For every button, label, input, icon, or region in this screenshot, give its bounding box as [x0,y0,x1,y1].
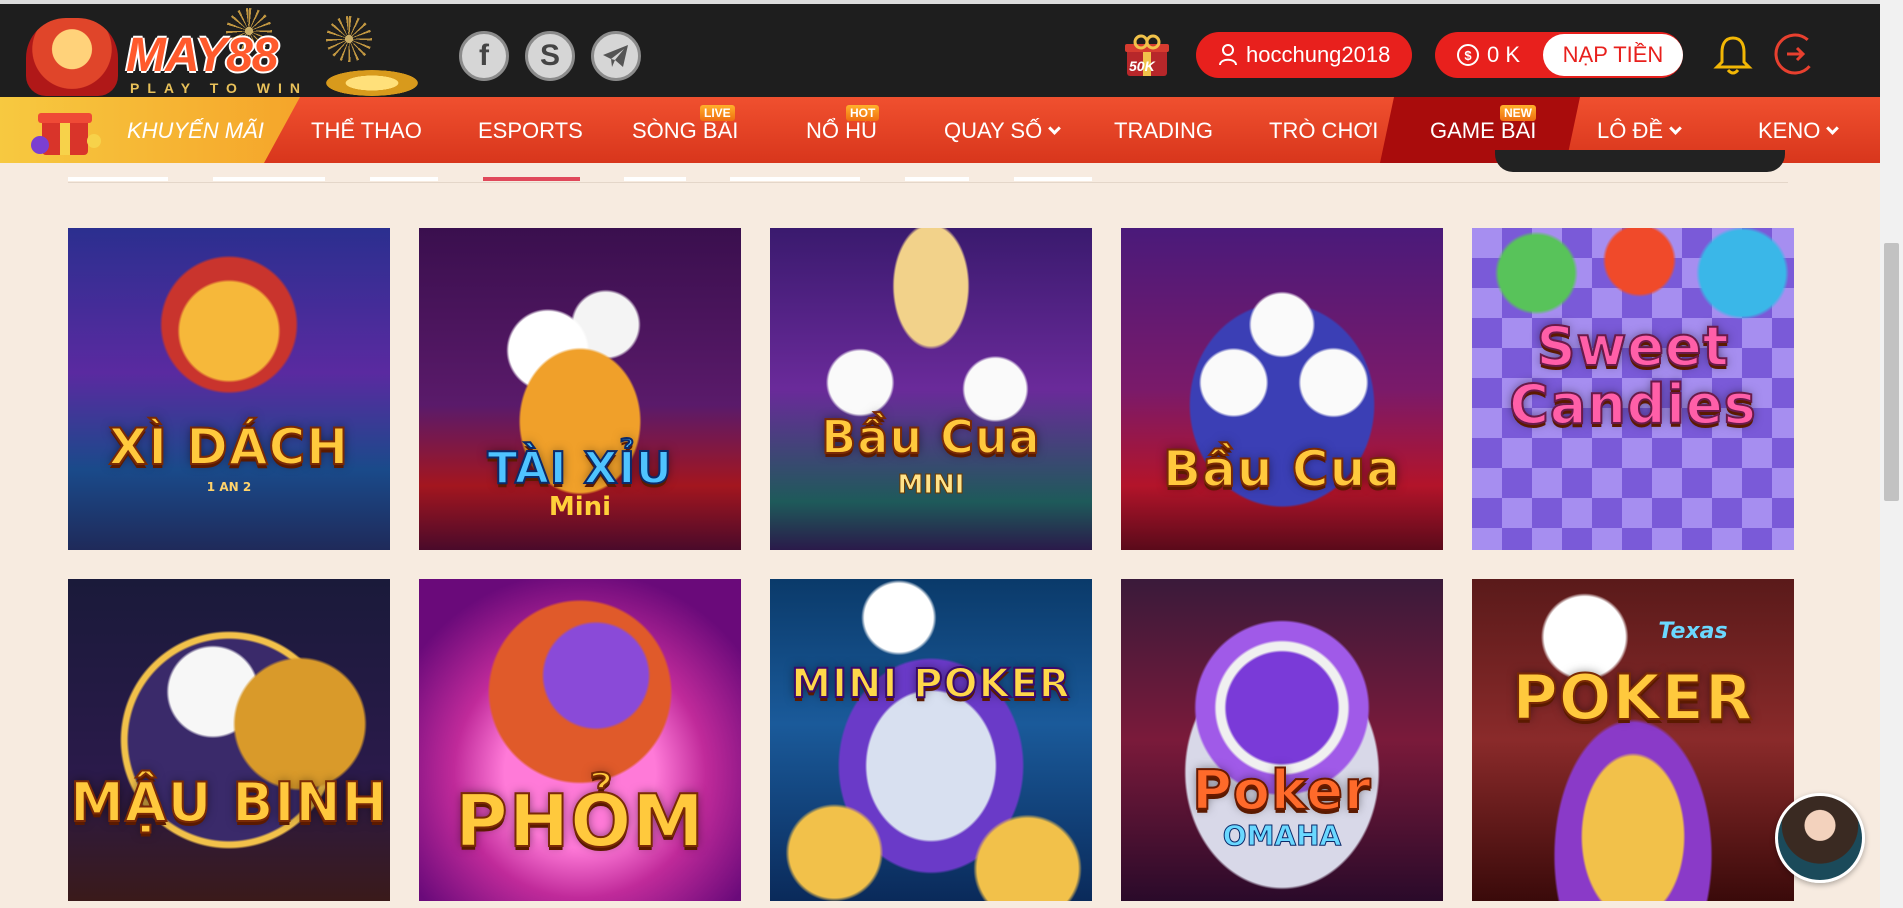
telegram-icon[interactable] [591,31,641,81]
nav-label: KENO [1758,118,1821,143]
game-tile-texas-poker[interactable]: Texas POKER [1472,579,1794,901]
nav-item-slots[interactable]: HOT NỔ HŨ [806,105,880,144]
game-subtitle: 1 AN 2 [206,480,252,494]
nav-label: TRADING [1114,118,1213,143]
sub-tab[interactable] [1014,177,1092,181]
nav-label-promotions: KHUYẾN MÃI [127,118,264,143]
brand-logo[interactable]: MAY88 PLAY TO WIN [26,8,418,96]
coin-icon: $ [1457,44,1479,66]
game-subtitle: OMAHA [1222,819,1342,853]
game-subtitle: MINI [897,470,965,501]
nav-item-keno[interactable]: KENO [1758,118,1840,144]
facebook-icon[interactable]: f [459,31,509,81]
nav-label: QUAY SỐ [944,118,1043,143]
scrollbar-thumb[interactable] [1884,243,1899,501]
chevron-down-icon [1669,122,1682,135]
balance-widget: $ 0 K NẠP TIỀN [1435,32,1683,78]
game-tile-sweet-candies[interactable]: Sweet Candies [1472,228,1794,550]
balance-amount: 0 K [1487,42,1521,67]
sub-tab[interactable] [213,177,325,181]
sub-tab[interactable] [68,177,168,181]
game-tile-bau-cua[interactable]: Bầu Cua [1121,228,1443,550]
sub-tab[interactable] [730,177,860,181]
deposit-button[interactable]: NẠP TIỀN [1543,34,1683,76]
nav-item-games[interactable]: TRÒ CHƠI [1269,118,1378,144]
nav-item-esports[interactable]: ESPORTS [478,118,583,144]
live-chat-avatar[interactable] [1775,793,1865,883]
hot-badge: HOT [846,105,880,121]
nav-item-promotions[interactable]: KHUYẾN MÃI [0,97,300,163]
logout-icon[interactable] [1773,32,1817,76]
game-title: MINI POKER [790,660,1071,708]
brand-name: MAY88 [126,29,278,82]
top-header: MAY88 PLAY TO WIN f S 50K hocchung2018 $… [0,0,1903,97]
nav-label: LÔ ĐỀ [1597,118,1664,143]
nav-label: SÒNG BÀI [632,118,739,143]
chevron-down-icon [1048,122,1062,135]
nav-label: THỂ THAO [311,118,422,143]
sub-tab[interactable] [624,177,686,181]
nav-item-card-games[interactable]: NEW GAME BÀI [1430,105,1537,144]
game-tile-mau-binh[interactable]: MẬU BINH [68,579,390,901]
nav-item-lo-de[interactable]: LÔ ĐỀ [1597,118,1682,144]
coins-icon [326,70,418,96]
live-badge: LIVE [700,105,735,121]
game-tile-poker-omaha[interactable]: Poker OMAHA [1121,579,1443,901]
nav-label: NỔ HŨ [806,118,877,143]
user-account-button[interactable]: hocchung2018 [1196,32,1412,78]
user-icon [1219,44,1237,66]
nav-label: GAME BÀI [1430,118,1537,143]
game-title: TÀI XỈU [486,442,673,495]
game-tile-tai-xiu[interactable]: TÀI XỈU Mini [419,228,741,550]
sub-tab[interactable] [905,177,969,181]
game-title: Bầu Cua [820,409,1041,465]
game-title: XÌ DÁCH [108,417,350,477]
nav-label: ESPORTS [478,118,583,143]
game-title: Sweet Candies [1508,315,1757,436]
game-title: Poker [1191,758,1372,823]
game-tile-bau-cua-mini[interactable]: Bầu Cua MINI [770,228,1092,550]
game-title: POKER [1511,660,1754,735]
nav-item-trading[interactable]: TRADING [1114,118,1213,144]
firework-icon [326,16,372,62]
gift-badge: 50K [1129,58,1155,74]
game-title: MẬU BINH [69,771,388,834]
sub-tab[interactable] [370,177,438,181]
username: hocchung2018 [1246,42,1391,67]
sub-tab-active[interactable] [483,177,580,181]
nav-item-casino[interactable]: LIVE SÒNG BÀI [632,105,739,144]
gift-icon [30,101,102,159]
new-badge: NEW [1500,105,1536,121]
game-subtitle: Texas [1658,619,1728,644]
nav-label: TRÒ CHƠI [1269,118,1379,143]
sub-category-tabs [68,163,1788,183]
chevron-down-icon [1826,122,1840,135]
gift-bonus-icon[interactable]: 50K [1123,34,1171,78]
mascot-icon [26,18,118,96]
skype-icon[interactable]: S [525,31,575,81]
brand-tagline: PLAY TO WIN [130,80,308,96]
nav-item-lottery-draw[interactable]: QUAY SỐ [944,118,1062,144]
game-tile-phom[interactable]: PHỎM [419,579,741,901]
notification-bell-icon[interactable] [1713,34,1753,76]
nav-item-sports[interactable]: THỂ THAO [311,118,422,144]
game-subtitle: Mini [548,492,612,522]
game-tile-xi-dach[interactable]: XÌ DÁCH 1 AN 2 [68,228,390,550]
game-title: PHỎM [454,778,705,864]
game-tile-mini-poker[interactable]: MINI POKER [770,579,1092,901]
game-title: Bầu Cua [1162,439,1401,499]
